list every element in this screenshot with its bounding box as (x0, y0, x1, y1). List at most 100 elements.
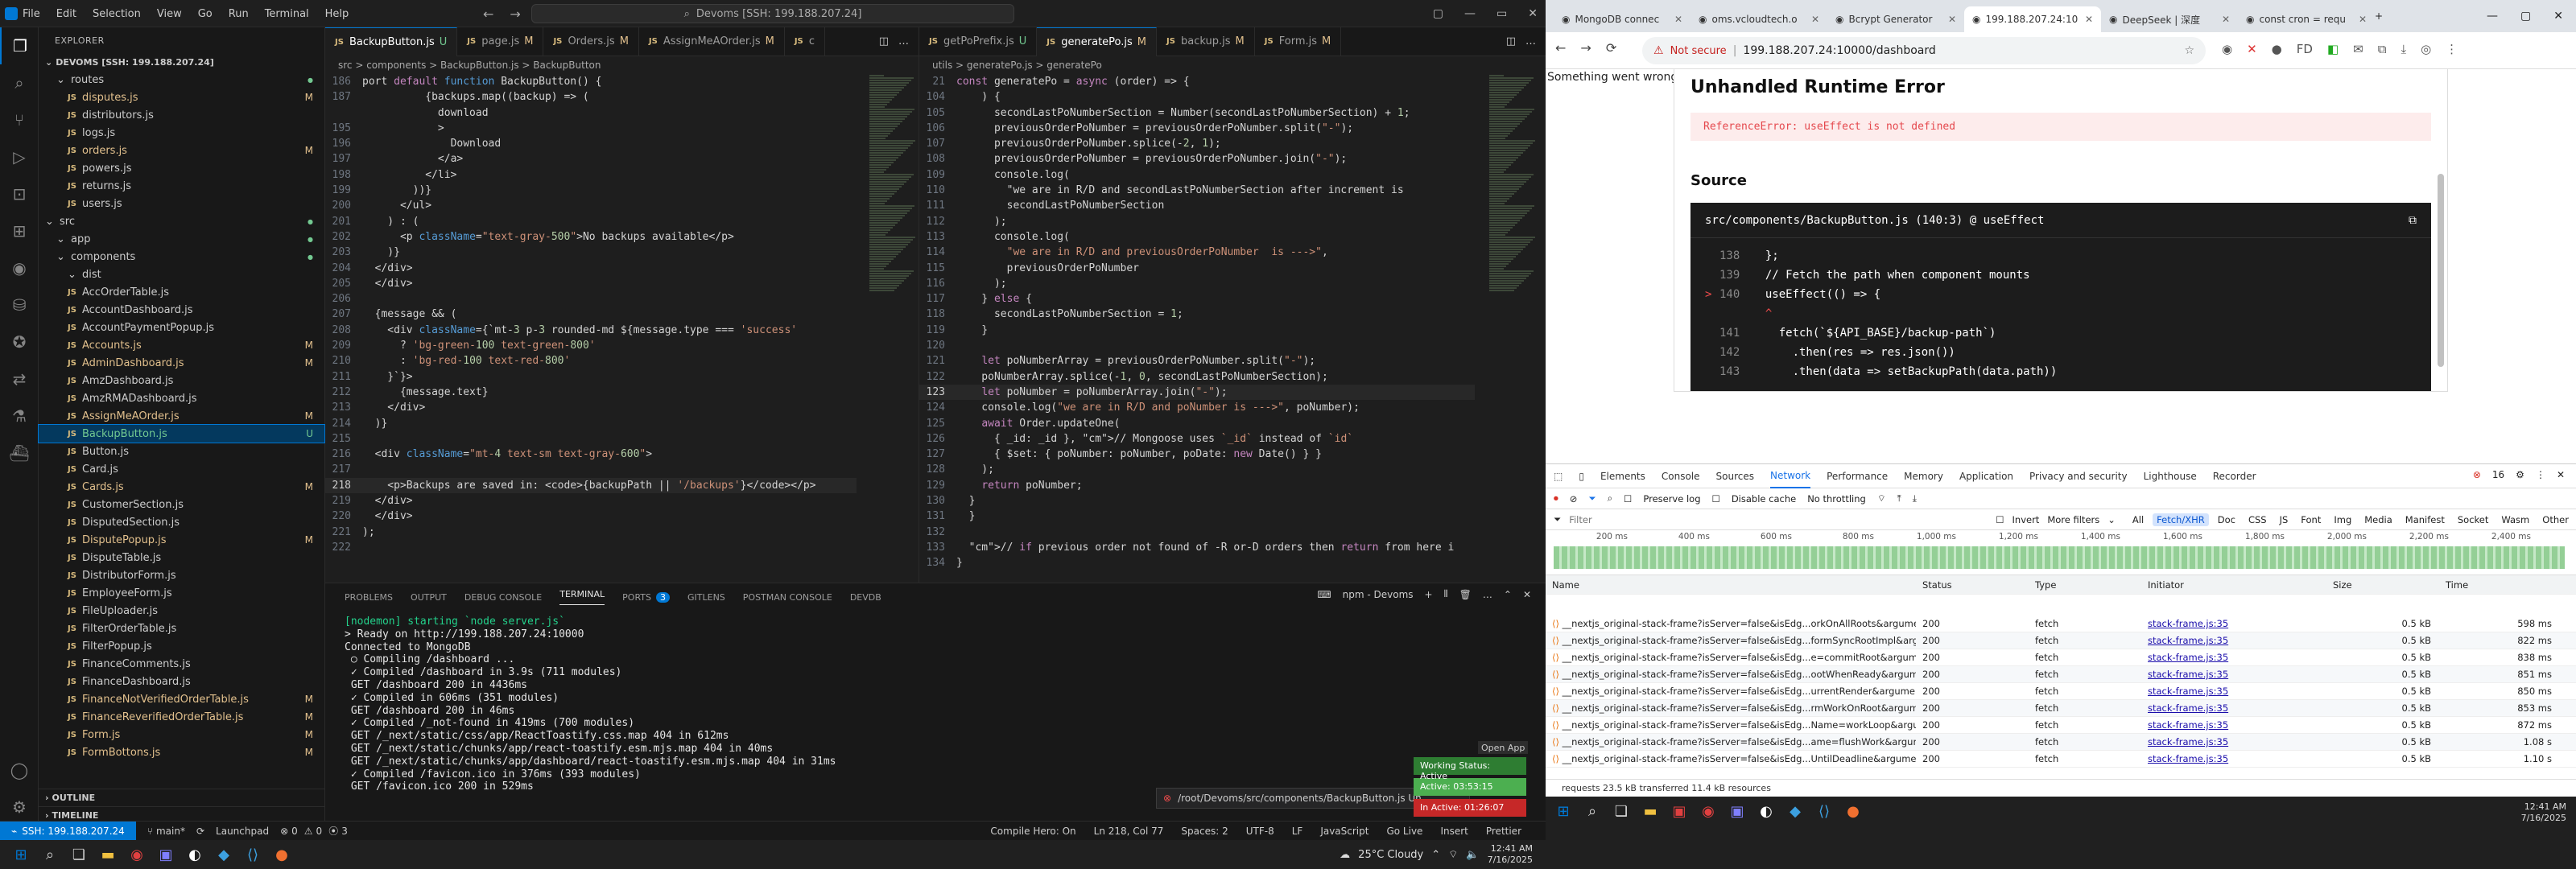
indentation[interactable]: Spaces: 2 (1181, 826, 1228, 837)
postman-taskbar-icon[interactable]: ● (1839, 797, 1868, 826)
menu-view[interactable]: View (151, 8, 188, 20)
split-terminal-icon[interactable]: ⫴ (1444, 588, 1448, 600)
column-header-time[interactable]: Time (2439, 579, 2560, 591)
database-icon[interactable]: ⛁ (0, 286, 39, 323)
browser-tab[interactable]: ◉ DeepSeek | 深度 ✕ (2101, 6, 2238, 32)
file-item[interactable]: JS CustomerSection.js (39, 496, 324, 513)
browser-tab[interactable]: ◉ const cron = requ ✕ (2238, 6, 2375, 32)
network-row[interactable]: ⟨⟩ __nextjs_original-stack-frame?isServe… (1546, 632, 2576, 649)
menu-go[interactable]: Go (192, 8, 219, 20)
file-item[interactable]: JS DisputeTable.js (39, 549, 324, 566)
file-item[interactable]: JS FilterPopup.js (39, 637, 324, 655)
file-item[interactable]: JS distributors.js (39, 106, 324, 124)
file-item[interactable]: JS DisputePopup.js M (39, 531, 324, 549)
extension3-icon[interactable]: ● (2272, 42, 2282, 56)
inspect-icon[interactable]: ⬚ (1554, 471, 1563, 482)
workspace-header[interactable]: ⌄ DEVOMS [SSH: 199.188.207.24] (39, 53, 324, 71)
terminal-output[interactable]: [nodemon] starting `node server.js` > Rea… (325, 611, 1546, 798)
preserve-log-checkbox[interactable]: ☐ (1624, 493, 1632, 505)
tab-close-icon[interactable]: ✕ (1674, 14, 1682, 25)
folder-item[interactable]: ⌄ src ● (39, 212, 324, 230)
folder-item[interactable]: ⌄ components ● (39, 248, 324, 266)
insert-mode[interactable]: Insert (1440, 826, 1468, 837)
network-cell-init[interactable]: stack-frame.js:35 (2141, 736, 2326, 748)
menu-dots-icon[interactable]: ⋮ (2446, 42, 2458, 56)
file-item[interactable]: JS logs.js (39, 124, 324, 142)
panel-tab-devdb[interactable]: DEVDB (850, 592, 881, 603)
filter-type-font[interactable]: Font (2297, 513, 2325, 526)
clear-icon[interactable]: ⊘ (1570, 493, 1578, 505)
file-item[interactable]: JS Card.js (39, 460, 324, 478)
panel-tab-debug-console[interactable]: DEBUG CONSOLE (464, 592, 542, 603)
minimap-left[interactable] (866, 74, 918, 525)
menu-run[interactable]: Run (222, 8, 255, 20)
forward-arrow-icon[interactable]: → (510, 6, 520, 22)
live-share-icon[interactable]: ⇄ (0, 360, 39, 397)
postman-taskbar-icon[interactable]: ● (267, 840, 296, 869)
editor-tab[interactable]: JS Orders.js M (543, 27, 639, 56)
more-icon[interactable]: … (1483, 589, 1492, 600)
filter-icon[interactable]: ⏷ (1588, 492, 1596, 505)
record-icon[interactable]: ⏺ (1554, 492, 1558, 505)
file-item[interactable]: JS AccountDashboard.js (39, 301, 324, 319)
file-item[interactable]: JS AmzDashboard.js (39, 372, 324, 389)
extensions-puzzle-icon[interactable]: ⧉ (2378, 42, 2387, 56)
file-explorer-icon[interactable]: ▬ (1636, 797, 1665, 826)
more-filters-dropdown[interactable]: More filters (2047, 514, 2099, 525)
file-item[interactable]: JS FileUploader.js (39, 602, 324, 620)
warning-count[interactable]: 0 (316, 826, 323, 837)
filter-type-wasm[interactable]: Wasm (2497, 513, 2533, 526)
terminal-instance-name[interactable]: npm - Devoms (1343, 589, 1414, 600)
clock-time[interactable]: 12:41 AM (2521, 801, 2566, 813)
browser-tab[interactable]: ◉ oms.vcloudtech.o ✕ (1690, 6, 1827, 32)
remote-indicator[interactable]: ⌁ SSH: 199.188.207.24 (0, 821, 136, 841)
encoding[interactable]: UTF-8 (1246, 826, 1274, 837)
file-item[interactable]: JS FormBottons.js M (39, 743, 324, 761)
filter-type-css[interactable]: CSS (2244, 513, 2271, 526)
filter-type-doc[interactable]: Doc (2214, 513, 2240, 526)
network-cell-init[interactable]: stack-frame.js:35 (2141, 618, 2326, 629)
windows-start-icon[interactable]: ⊞ (1549, 797, 1578, 826)
close-devtools-icon[interactable]: ✕ (2557, 469, 2565, 480)
devtools-tab-sources[interactable]: Sources (1716, 471, 1754, 482)
browser-tab[interactable]: ◉ 199.188.207.24:10 ✕ (1964, 6, 2101, 32)
prettier[interactable]: Prettier (1486, 826, 1521, 837)
source-control-icon[interactable]: ⑂ (0, 101, 39, 138)
ports-count[interactable]: 3 (341, 826, 348, 837)
open-in-editor-icon[interactable]: ⧉ (2409, 214, 2417, 227)
minimap-right[interactable] (1486, 74, 1538, 525)
app-icon[interactable]: ▣ (1723, 797, 1752, 826)
menu-terminal[interactable]: Terminal (258, 8, 316, 20)
tab-close-icon[interactable]: ✕ (1811, 14, 1819, 25)
network-row[interactable]: ⟨⟩ __nextjs_original-stack-frame?isServe… (1546, 666, 2576, 683)
app-icon[interactable]: ▣ (151, 840, 180, 869)
file-item[interactable]: JS AssignMeAOrder.js M (39, 407, 324, 425)
go-live[interactable]: Go Live (1386, 826, 1422, 837)
layout-icon[interactable]: ▢ (1433, 7, 1443, 20)
extension2-icon[interactable]: ✕ (2247, 42, 2257, 56)
branch-name[interactable]: main* (156, 826, 185, 837)
close-icon[interactable]: ✕ (2553, 10, 2563, 23)
source-file-link[interactable]: src/components/BackupButton.js (140:3) @… (1705, 214, 2044, 227)
extension1-icon[interactable]: ◉ (2222, 42, 2232, 56)
folder-item[interactable]: ⌄ app ● (39, 230, 324, 248)
docker-icon[interactable]: ⛴ (0, 434, 39, 472)
network-row[interactable]: ⟨⟩ __nextjs_original-stack-frame?isServe… (1546, 683, 2576, 700)
menu-help[interactable]: Help (319, 8, 356, 20)
panel-tab-postman-console[interactable]: POSTMAN CONSOLE (743, 592, 832, 603)
file-item[interactable]: JS DistributorForm.js (39, 566, 324, 584)
network-cell-init[interactable]: stack-frame.js:35 (2141, 635, 2326, 646)
panel-tab-output[interactable]: OUTPUT (411, 592, 447, 603)
network-row[interactable]: ⟨⟩ __nextjs_original-stack-frame?isServe… (1546, 616, 2576, 632)
filter-type-media[interactable]: Media (2360, 513, 2396, 526)
filter-type-all[interactable]: All (2128, 513, 2148, 526)
file-item[interactable]: JS FinanceReverifiedOrderTable.js M (39, 708, 324, 726)
profile-avatar-icon[interactable]: ◎ (2421, 42, 2431, 56)
file-item[interactable]: JS Button.js (39, 443, 324, 460)
export-icon[interactable]: ⤓ (1913, 492, 1917, 505)
star-icon[interactable]: ☆ (2184, 44, 2194, 57)
remote-explorer-icon[interactable]: ⊡ (0, 175, 39, 212)
minimize-icon[interactable]: — (2487, 10, 2498, 23)
settings-gear-icon[interactable]: ⚙ (2516, 469, 2524, 480)
forward-arrow-icon[interactable]: → (1580, 40, 1591, 56)
